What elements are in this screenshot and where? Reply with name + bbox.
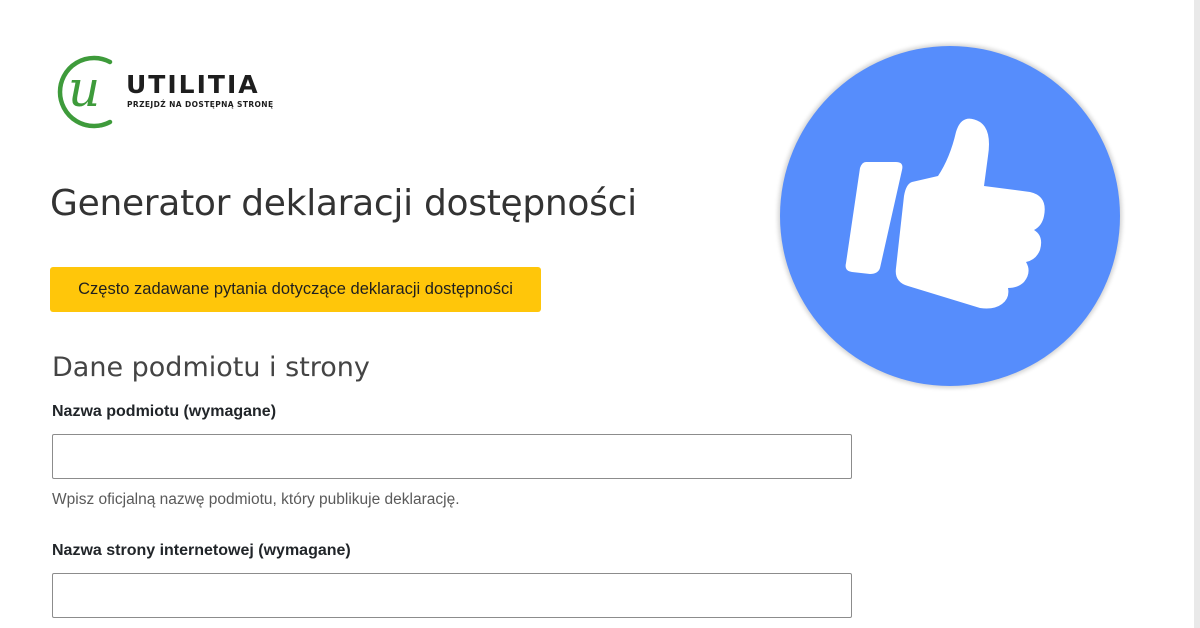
page-title: Generator deklaracji dostępności [50, 183, 637, 224]
thumbs-up-icon [845, 118, 1045, 309]
section-title: Dane podmiotu i strony [52, 352, 370, 383]
website-name-label: Nazwa strony internetowej (wymagane) [52, 542, 351, 559]
logo-wordmark: UTILITIA [126, 70, 260, 99]
entity-name-label: Nazwa podmiotu (wymagane) [52, 403, 277, 420]
entity-name-input[interactable] [52, 434, 852, 479]
entity-name-help: Wpisz oficjalną nazwę podmiotu, który pu… [52, 491, 460, 508]
faq-button[interactable]: Często zadawane pytania dotyczące deklar… [50, 267, 541, 312]
logo-letter: u [68, 60, 100, 118]
website-name-input[interactable] [52, 573, 852, 618]
logo-mark-icon: u [57, 55, 113, 129]
page-edge [1194, 0, 1200, 628]
logo-tagline: PRZEJDŹ NA DOSTĘPNĄ STRONĘ [127, 100, 274, 109]
thumbs-up-badge [780, 46, 1120, 386]
utilitia-logo[interactable]: u UTILITIA PRZEJDŹ NA DOSTĘPNĄ STRONĘ [48, 52, 308, 132]
